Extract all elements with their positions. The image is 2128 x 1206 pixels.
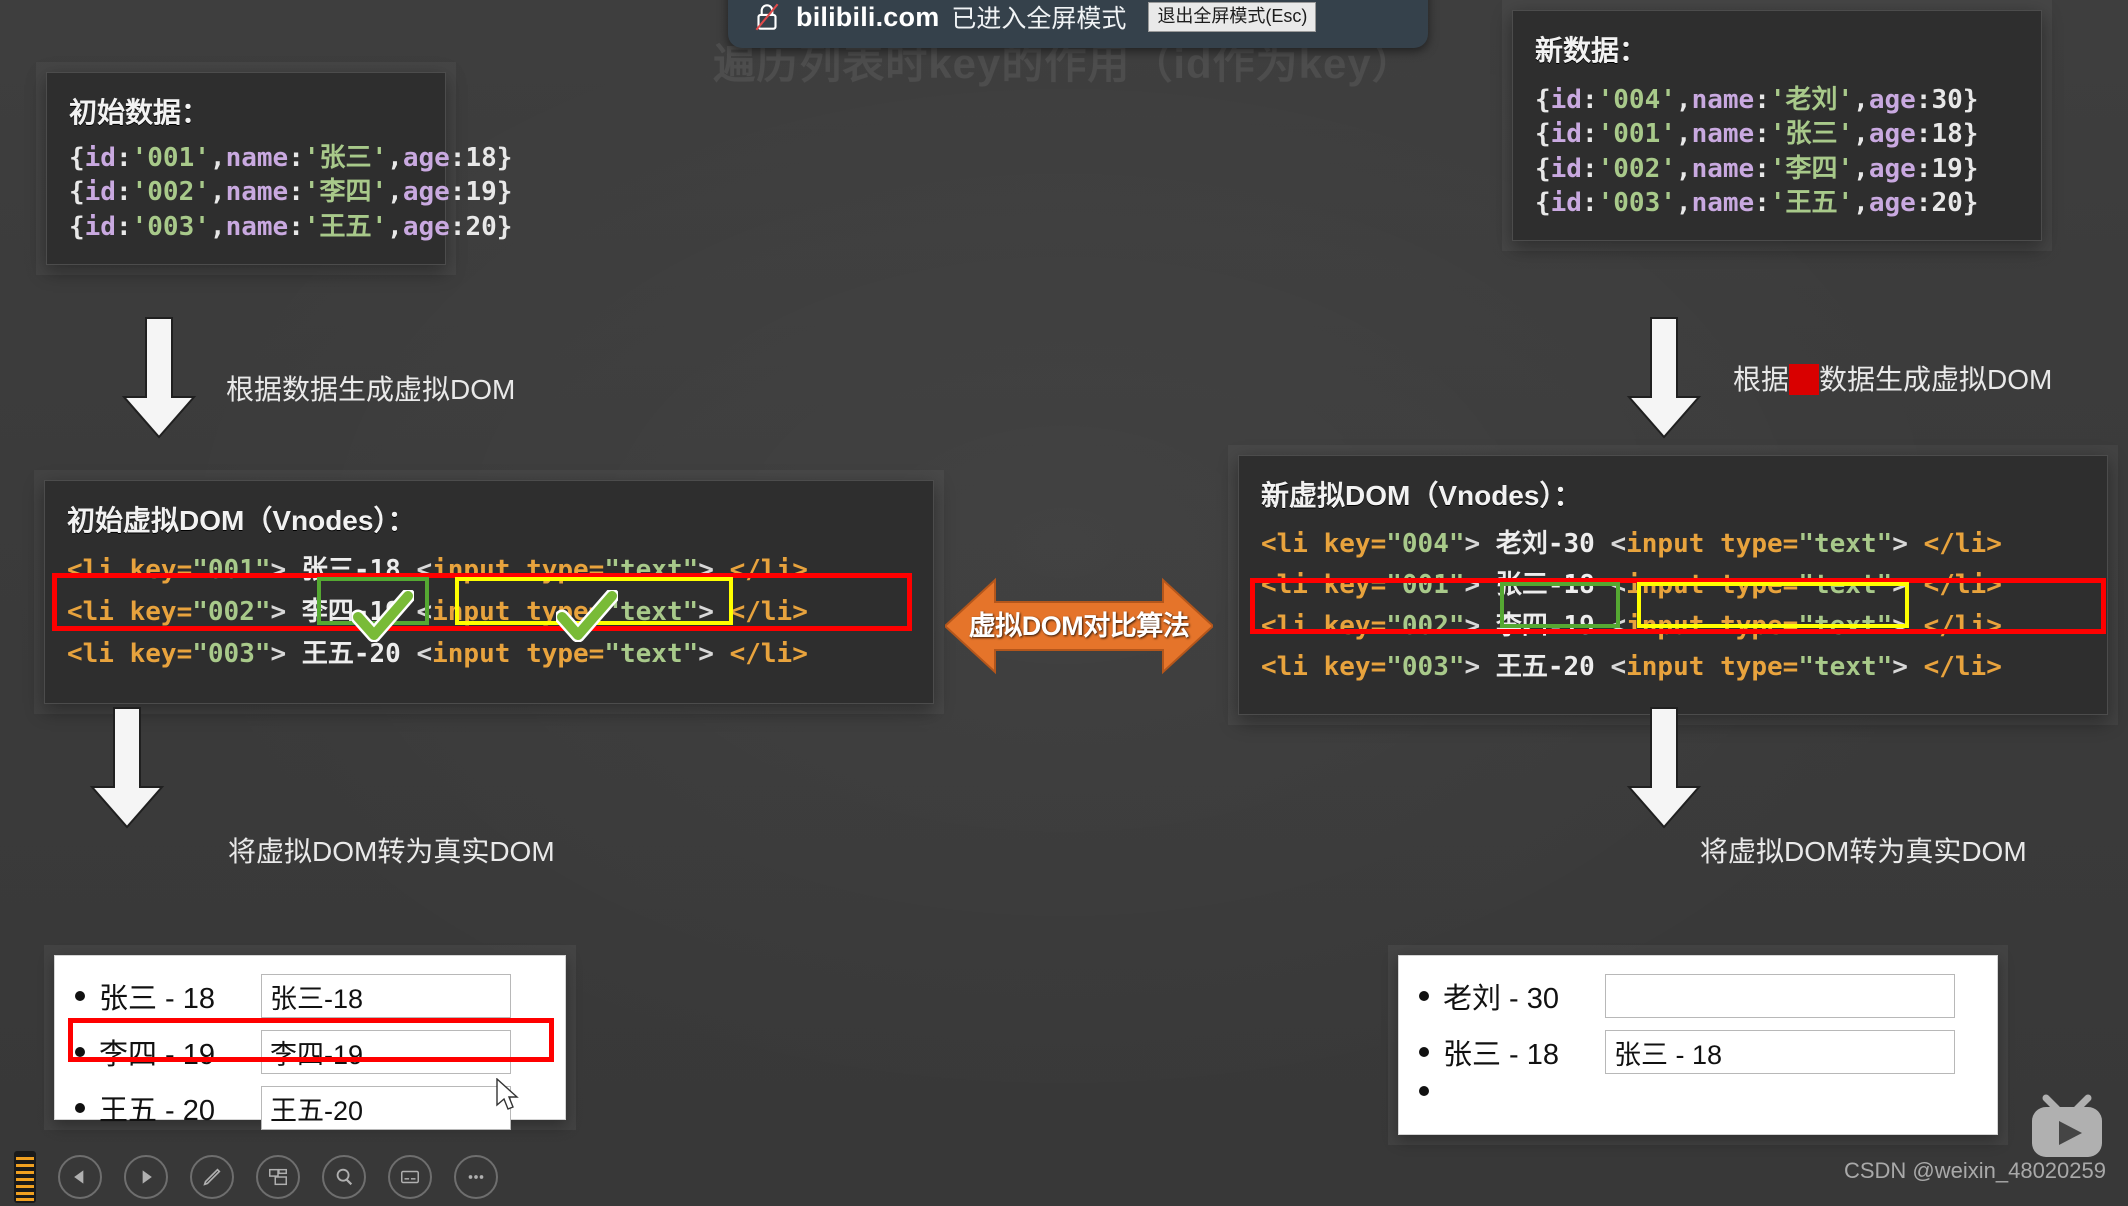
slide-overview-button[interactable] xyxy=(256,1155,300,1199)
code-line: {id:'001',name:'张三',age:18} xyxy=(1535,119,1979,150)
vnode-line: <li key="001"> 张三-18 <input type="text">… xyxy=(1261,570,2002,601)
new-vnodes-panel: 新虚拟DOM（Vnodes）： <li key="004"> 老刘-30 <in… xyxy=(1238,455,2108,716)
arrow-label-right-bottom: 将虚拟DOM转为真实DOM xyxy=(1700,836,2027,867)
dom-list-item: 老刘 - 30 xyxy=(1419,974,1977,1018)
arrow-data-to-vnodes-right xyxy=(1625,315,1703,440)
arrow-label-right-top: 根据新数据生成虚拟DOM xyxy=(1733,358,2052,398)
new-vnodes-code: <li key="004"> 老刘-30 <input type="text">… xyxy=(1261,524,2085,688)
new-data-panel: 新数据： {id:'004',name:'老刘',age:30} {id:'00… xyxy=(1512,10,2042,242)
dom-item-input[interactable] xyxy=(1605,974,1955,1018)
code-line: {id:'002',name:'李四',age:19} xyxy=(1535,153,1979,184)
zoom-button[interactable] xyxy=(322,1155,366,1199)
more-options-button[interactable] xyxy=(454,1155,498,1199)
arrow-label-left-top: 根据数据生成虚拟DOM xyxy=(226,374,516,405)
dom-list-item: 张三 - 18 张三 - 18 xyxy=(1419,1030,1977,1074)
dom-item-label: 李四 - 19 xyxy=(99,1039,216,1071)
subtitle-button[interactable] xyxy=(388,1155,432,1199)
banner-brand: bilibili.com xyxy=(796,1,940,32)
code-line: {id:'003',name:'王五',age:20} xyxy=(1535,187,1979,218)
label-part-pre: 根据 xyxy=(1733,364,1790,395)
dom-item-label: 王五 - 20 xyxy=(99,1095,216,1127)
dom-item-label: 张三 - 18 xyxy=(1443,1039,1560,1071)
code-line: {id:'002',name:'李四',age:19} xyxy=(69,177,513,208)
vnode-line: <li key="003"> 王五-20 <input type="text">… xyxy=(67,639,808,670)
prev-slide-button[interactable] xyxy=(58,1155,102,1199)
list-bullet-icon xyxy=(75,991,85,1001)
banner-message: 已进入全屏模式 xyxy=(951,5,1127,33)
list-bullet-icon xyxy=(1419,1086,1429,1096)
list-bullet-icon xyxy=(1419,991,1429,1001)
old-vnodes-title: 初始虚拟DOM（Vnodes）： xyxy=(67,505,416,536)
code-line: {id:'003',name:'王五',age:20} xyxy=(69,211,513,242)
next-slide-button[interactable] xyxy=(124,1155,168,1199)
label-part-highlight: 新 xyxy=(1789,364,1820,395)
dom-list-item xyxy=(1419,1086,1977,1096)
initial-data-code: {id:'001',name:'张三',age:18} {id:'002',na… xyxy=(69,141,513,244)
pen-tool-button[interactable] xyxy=(190,1155,234,1199)
code-line: {id:'004',name:'老刘',age:30} xyxy=(1535,85,1979,115)
old-vnodes-panel: 初始虚拟DOM（Vnodes）： <li key="001"> 张三-18 <t… xyxy=(44,480,934,705)
old-real-dom-panel: 张三 - 18 张三-18 李四 - 19 李四-19 王五 - 20 王五-2… xyxy=(54,955,566,1130)
initial-data-title: 初始数据： xyxy=(69,97,210,128)
dom-list-item: 王五 - 20 王五-20 xyxy=(75,1086,545,1130)
vnode-line: <li key="002"> 李四-19 <input type="text">… xyxy=(1261,611,2002,642)
arrow-data-to-vnodes-left xyxy=(120,315,198,440)
new-data-title: 新数据： xyxy=(1535,35,1648,66)
code-line: {id:'001',name:'张三',age:18} xyxy=(69,143,513,173)
list-bullet-icon xyxy=(75,1103,85,1113)
new-data-code: {id:'004',name:'老刘',age:30} {id:'001',na… xyxy=(1535,83,2019,220)
old-vnodes-code: <li key="001"> 张三-18 <type=input type="t… xyxy=(67,549,911,675)
dom-item-label: 张三 - 18 xyxy=(99,983,216,1015)
arrow-vnodes-to-dom-left xyxy=(88,705,166,830)
vnode-line: <li key="001"> 张三-18 <type=input type="t… xyxy=(67,555,808,585)
list-bullet-icon xyxy=(75,1047,85,1057)
diff-algorithm-label: 虚拟DOM对比算法 xyxy=(968,611,1190,641)
fullscreen-notification-banner: bilibili.com 已进入全屏模式 退出全屏模式(Esc) xyxy=(728,0,1428,48)
dom-item-input[interactable]: 李四-19 xyxy=(261,1030,511,1074)
list-bullet-icon xyxy=(1419,1047,1429,1057)
initial-data-panel: 初始数据： {id:'001',name:'张三',age:18} {id:'0… xyxy=(46,72,513,265)
pen-color-strip[interactable] xyxy=(14,1151,36,1203)
watermark-text: CSDN @weixin_48020259 xyxy=(1843,1158,2106,1183)
lock-slash-icon xyxy=(750,0,784,34)
new-vnodes-title: 新虚拟DOM（Vnodes）： xyxy=(1261,480,1582,511)
new-real-dom-panel: 老刘 - 30 张三 - 18 张三 - 18 xyxy=(1398,955,1998,1135)
arrow-label-left-bottom: 将虚拟DOM转为真实DOM xyxy=(228,836,555,867)
dom-item-label: 老刘 - 30 xyxy=(1443,983,1560,1015)
vnode-line: <li key="003"> 王五-20 <input type="text">… xyxy=(1261,652,2002,683)
arrow-vnodes-to-dom-right xyxy=(1625,705,1703,830)
vnode-line: <li key="002"> 李四-19 <input type="text">… xyxy=(67,597,808,628)
label-part-post: 数据生成虚拟DOM xyxy=(1819,364,2053,395)
dom-list-item: 李四 - 19 李四-19 xyxy=(75,1030,545,1074)
slide-canvas: 遍历列表时key的作用（id作为key） bilibili.com 已进入全屏模… xyxy=(0,0,2128,1206)
exit-fullscreen-button[interactable]: 退出全屏模式(Esc) xyxy=(1148,2,1317,32)
vnode-line: <li key="004"> 老刘-30 <input type="text">… xyxy=(1261,529,2002,559)
dom-item-input[interactable]: 张三 - 18 xyxy=(1605,1030,1955,1074)
bilibili-tv-logo xyxy=(2026,1092,2108,1162)
dom-list-item: 张三 - 18 张三-18 xyxy=(75,974,545,1018)
presentation-toolbar xyxy=(0,1148,2128,1206)
dom-item-input[interactable]: 张三-18 xyxy=(261,974,511,1018)
dom-item-input[interactable]: 王五-20 xyxy=(261,1086,511,1130)
mouse-cursor-icon xyxy=(495,1077,521,1112)
